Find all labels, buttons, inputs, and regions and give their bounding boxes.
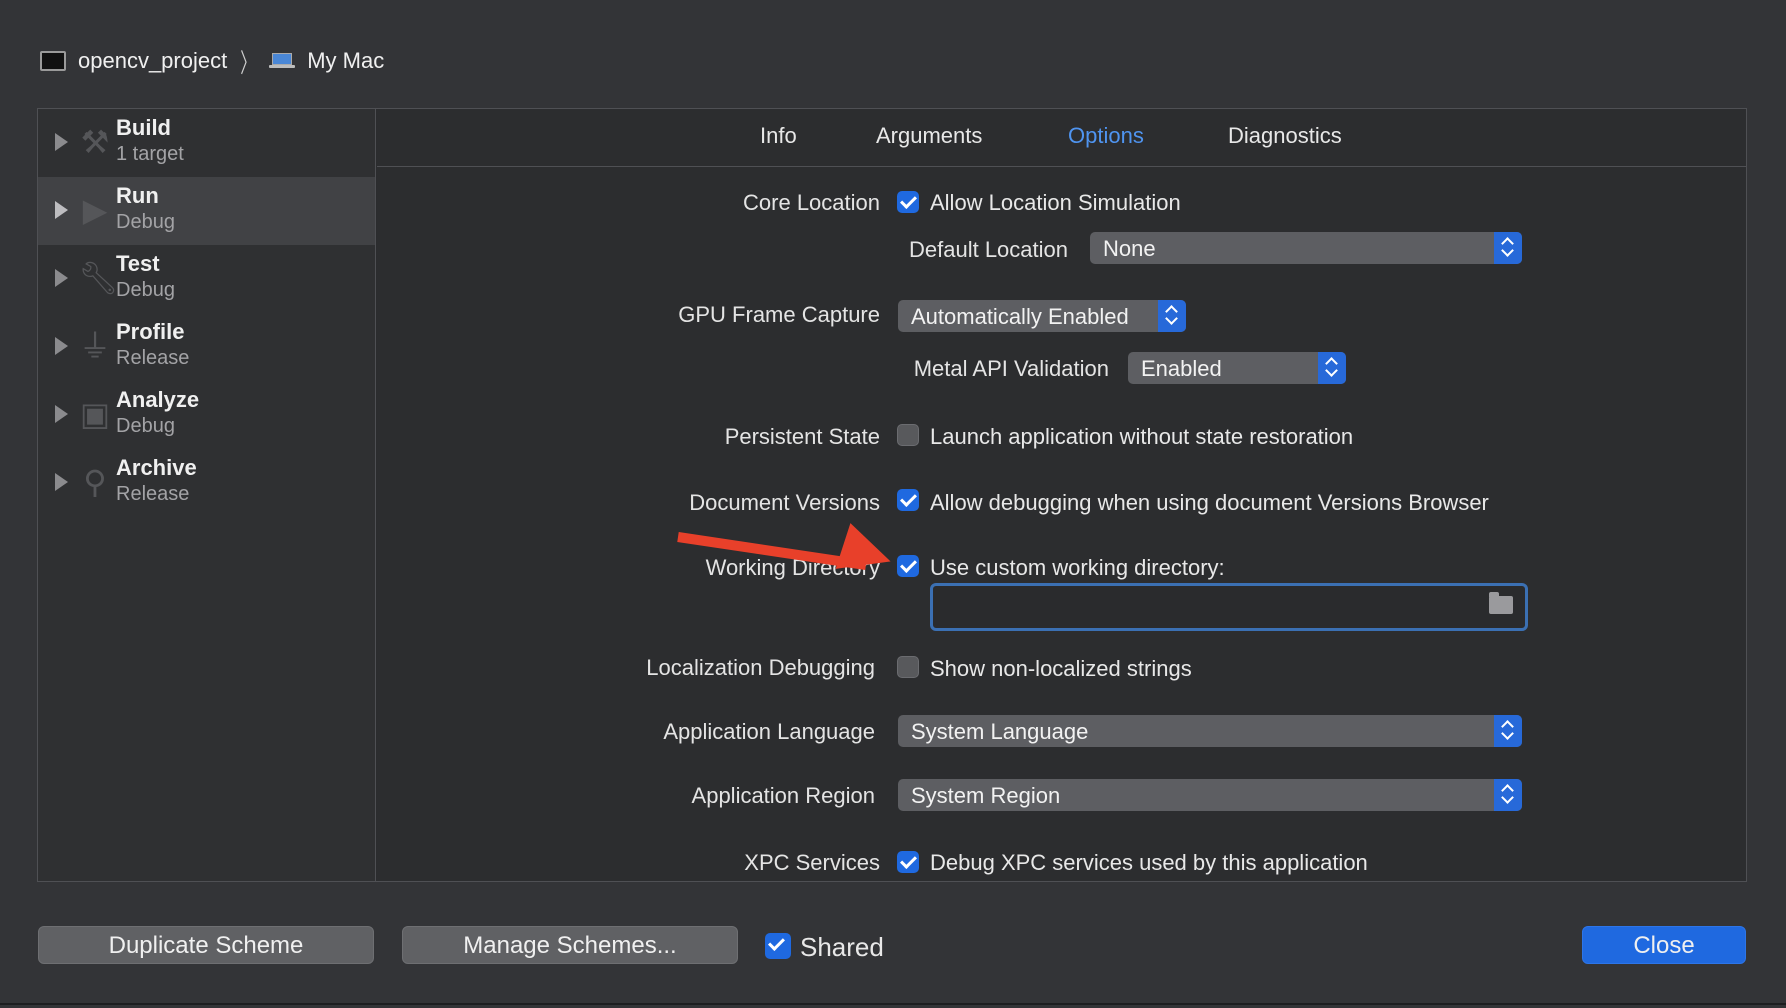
use-custom-working-directory-label[interactable]: Use custom working directory: [930,555,1225,581]
updown-chevron-icon [1494,232,1522,264]
gpu-frame-capture-popup[interactable]: Automatically Enabled [898,300,1186,332]
default-location-value: None [1103,236,1156,261]
tab-arguments[interactable]: Arguments [876,123,982,149]
updown-chevron-icon [1158,300,1186,332]
tab-info[interactable]: Info [760,123,797,149]
launch-without-state-restoration-label[interactable]: Launch application without state restora… [930,424,1353,450]
sidebar-item-title: Test [116,251,160,276]
xpc-services-label: XPC Services [744,850,880,875]
application-language-popup[interactable]: System Language [898,715,1522,747]
disclosure-triangle-icon[interactable] [55,337,68,355]
sidebar-item-archive[interactable]: ⚲ Archive Release [38,449,375,517]
persistent-state-label: Persistent State [724,424,880,449]
application-language-label: Application Language [663,719,875,744]
sidebar-item-title: Analyze [116,387,200,412]
sidebar-item-run[interactable]: ▶ Run Debug [38,177,375,245]
gpu-frame-capture-label: GPU Frame Capture [678,302,880,327]
tab-bar: Info Arguments Options Diagnostics [377,109,1746,167]
breadcrumb: opencv_project 〉 My Mac [40,46,384,78]
document-versions-label: Document Versions [689,490,880,515]
sidebar-item-subtitle: Debug [116,415,175,437]
show-non-localized-strings-checkbox[interactable] [897,656,919,678]
shared-label[interactable]: Shared [800,932,884,963]
duplicate-scheme-button[interactable]: Duplicate Scheme [38,926,374,964]
metal-api-validation-popup[interactable]: Enabled [1128,352,1346,384]
application-region-popup[interactable]: System Region [898,779,1522,811]
terminal-icon [40,51,66,71]
disclosure-triangle-icon[interactable] [55,133,68,151]
updown-chevron-icon [1318,352,1346,384]
localization-debugging-label: Localization Debugging [646,655,875,680]
application-language-value: System Language [911,719,1089,744]
default-location-label: Default Location [909,237,1068,262]
allow-location-simulation-label[interactable]: Allow Location Simulation [930,190,1181,216]
disclosure-triangle-icon[interactable] [55,269,68,287]
chevron-right-icon: 〉 [240,47,257,78]
default-location-popup[interactable]: None [1090,232,1522,264]
launch-without-state-restoration-checkbox[interactable] [897,424,919,446]
sidebar-item-title: Profile [116,319,185,344]
gauge-icon: ⏚ [78,328,111,364]
application-region-label: Application Region [691,783,875,808]
disclosure-triangle-icon[interactable] [55,473,68,491]
sidebar-item-subtitle: Release [116,347,190,369]
allow-document-versions-debugging-checkbox[interactable] [897,489,919,511]
metal-api-validation-value: Enabled [1141,356,1222,381]
laptop-icon [269,53,296,69]
updown-chevron-icon [1494,715,1522,747]
metal-api-validation-label: Metal API Validation [913,356,1109,381]
sidebar-item-test[interactable]: 🔧︎ Test Debug [38,245,375,313]
sidebar-item-title: Run [116,183,159,208]
sidebar-item-subtitle: Debug [116,279,175,301]
tab-diagnostics[interactable]: Diagnostics [1228,123,1342,149]
disclosure-triangle-icon[interactable] [55,405,68,423]
sidebar-item-profile[interactable]: ⏚ Profile Release [38,313,375,381]
allow-document-versions-debugging-label[interactable]: Allow debugging when using document Vers… [930,490,1489,516]
analyze-icon: ▣ [79,396,111,432]
show-non-localized-strings-label[interactable]: Show non-localized strings [930,656,1192,682]
allow-location-simulation-checkbox[interactable] [897,191,919,213]
sidebar-item-subtitle: 1 target [116,143,184,165]
gpu-frame-capture-value: Automatically Enabled [911,304,1129,329]
sidebar-item-title: Build [116,115,171,140]
sidebar-item-build[interactable]: ⚒ Build 1 target [38,109,375,177]
updown-chevron-icon [1494,779,1522,811]
sidebar-item-subtitle: Release [116,483,190,505]
sidebar-item-title: Archive [116,455,197,480]
archive-icon: ⚲ [83,464,107,500]
hammer-icon: ⚒ [80,124,110,160]
shared-checkbox[interactable] [765,933,791,959]
breadcrumb-destination[interactable]: My Mac [307,48,384,74]
wrench-icon: 🔧︎ [78,260,119,296]
folder-icon[interactable] [1489,592,1513,614]
scheme-actions-sidebar: ⚒ Build 1 target ▶ Run Debug 🔧︎ Test Deb… [38,109,376,881]
sidebar-item-subtitle: Debug [116,211,175,233]
application-region-value: System Region [911,783,1061,808]
tab-options[interactable]: Options [1068,123,1144,149]
breadcrumb-project[interactable]: opencv_project [78,48,227,74]
window-bottom-edge [0,1003,1786,1005]
working-directory-path-field[interactable] [930,583,1528,631]
debug-xpc-services-label[interactable]: Debug XPC services used by this applicat… [930,850,1368,876]
use-custom-working-directory-checkbox[interactable] [897,555,919,577]
play-icon: ▶ [82,192,108,228]
debug-xpc-services-checkbox[interactable] [897,851,919,873]
disclosure-triangle-icon[interactable] [55,201,68,219]
sidebar-item-analyze[interactable]: ▣ Analyze Debug [38,381,375,449]
core-location-label: Core Location [743,190,880,215]
close-button[interactable]: Close [1582,926,1746,964]
manage-schemes-button[interactable]: Manage Schemes... [402,926,738,964]
